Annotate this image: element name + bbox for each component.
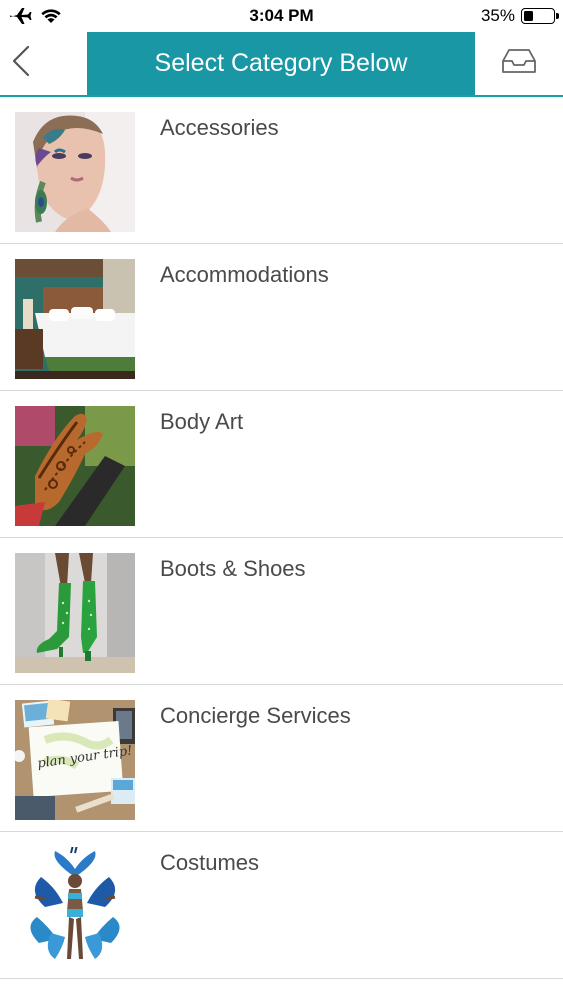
category-label: Concierge Services xyxy=(160,703,351,728)
category-label: Costumes xyxy=(160,850,260,875)
status-time: 3:04 PM xyxy=(249,6,314,25)
status-bar: 3:04 PM 35% xyxy=(0,0,563,32)
battery-icon xyxy=(521,8,559,24)
plan-your-trip-photo: plan your trip! xyxy=(15,700,135,820)
category-list: Accessories Accommodations Body Art Boot… xyxy=(0,97,563,979)
category-item-accessories[interactable]: Accessories xyxy=(0,97,563,244)
category-label: Boots & Shoes xyxy=(160,556,306,581)
category-item-boots-shoes[interactable]: Boots & Shoes xyxy=(0,538,563,685)
green-boots-photo xyxy=(15,553,135,673)
category-label: Accommodations xyxy=(160,262,329,287)
inbox-icon xyxy=(501,47,537,80)
chevron-left-icon xyxy=(10,44,32,83)
battery-nub xyxy=(556,13,559,19)
battery-percent: 35% xyxy=(480,6,515,25)
hotel-room-photo xyxy=(15,259,135,379)
category-label: Body Art xyxy=(160,409,244,434)
carnival-costume-photo xyxy=(15,847,135,967)
category-item-body-art[interactable]: Body Art xyxy=(0,391,563,538)
category-label: Accessories xyxy=(160,115,279,140)
page-title: Select Category Below xyxy=(154,49,408,77)
henna-hand-photo xyxy=(15,406,135,526)
category-item-concierge-services[interactable]: plan your trip! Concierge Services xyxy=(0,685,563,832)
back-button[interactable] xyxy=(0,32,87,95)
face-paint-feathers-photo xyxy=(15,112,135,232)
page-title-box: Select Category Below xyxy=(87,32,475,95)
status-right: 35% xyxy=(480,6,559,26)
nav-bar: Select Category Below xyxy=(0,32,563,97)
inbox-button[interactable] xyxy=(475,32,563,95)
category-item-costumes[interactable]: Costumes xyxy=(0,832,563,979)
battery-level xyxy=(524,11,534,21)
category-item-accommodations[interactable]: Accommodations xyxy=(0,244,563,391)
